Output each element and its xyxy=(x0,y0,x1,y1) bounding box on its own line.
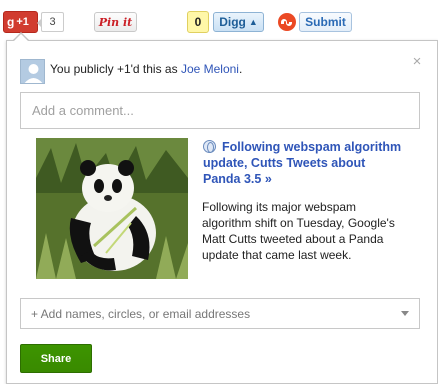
share-popup: You publicly +1'd this as Joe Meloni. × … xyxy=(6,40,438,384)
stumbleupon-submit-button[interactable]: Submit xyxy=(299,12,352,32)
article-thumbnail xyxy=(36,138,188,279)
audience-input[interactable]: + Add names, circles, or email addresses xyxy=(20,298,420,329)
plus-one-label: +1 xyxy=(16,16,29,28)
plus-one-count: 3 xyxy=(37,12,64,32)
user-name-link[interactable]: Joe Meloni xyxy=(181,62,239,76)
google-plus-icon: g xyxy=(7,15,15,29)
stumbleupon-icon[interactable] xyxy=(278,13,296,31)
avatar-icon xyxy=(21,60,44,83)
dropdown-arrow-icon[interactable] xyxy=(401,311,409,316)
status-suffix: . xyxy=(238,62,243,76)
status-prefix: You publicly +1'd this as xyxy=(50,62,181,76)
share-button[interactable]: Share xyxy=(20,344,92,373)
digg-button[interactable]: Digg ▲ xyxy=(213,12,264,32)
close-icon[interactable]: × xyxy=(410,54,424,69)
digg-label: Digg xyxy=(219,15,246,29)
digg-arrow-icon: ▲ xyxy=(248,17,258,27)
pin-it-button[interactable]: Pin it xyxy=(94,12,137,32)
comment-placeholder: Add a comment... xyxy=(32,103,134,118)
google-plus-one-button[interactable]: g +1 xyxy=(3,11,38,33)
audience-placeholder: + Add names, circles, or email addresses xyxy=(31,306,251,321)
article-description: Following its major webspam algorithm sh… xyxy=(202,200,395,262)
avatar xyxy=(20,59,45,84)
digg-count: 0 xyxy=(187,11,209,33)
comment-input[interactable]: Add a comment... xyxy=(20,92,420,129)
article-title-link[interactable]: Following webspam algorithm update, Cutt… xyxy=(203,139,403,187)
plus-one-status: You publicly +1'd this as Joe Meloni. xyxy=(50,62,242,76)
